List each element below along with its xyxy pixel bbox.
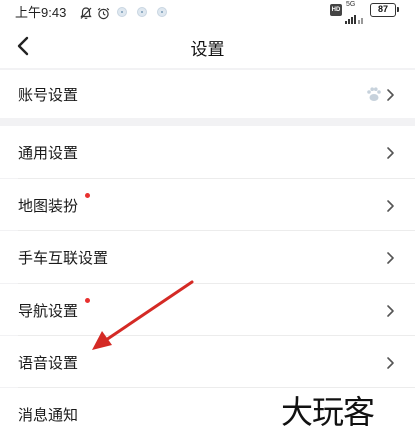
menu-item-label: 地图装扮 bbox=[18, 197, 79, 215]
hd-icon: HD bbox=[330, 4, 342, 16]
menu-item-label: 手车互联设置 bbox=[18, 249, 109, 267]
status-time: 上午9:43 bbox=[15, 5, 67, 20]
app-notification-icon bbox=[117, 7, 127, 17]
watermark: 大玩客 bbox=[281, 393, 375, 431]
menu-item-voice-settings[interactable]: 语音设置 bbox=[0, 336, 415, 387]
chevron-right-icon bbox=[385, 303, 395, 317]
menu-item-label: 通用设置 bbox=[18, 144, 79, 162]
app-notification-icon bbox=[157, 7, 167, 17]
menu-item-label: 消息通知 bbox=[18, 406, 79, 424]
notification-dot bbox=[85, 193, 90, 198]
alarm-icon bbox=[97, 5, 110, 24]
title-bar: 设置 bbox=[0, 24, 415, 68]
bell-off-icon bbox=[80, 5, 92, 24]
menu-item-account-settings[interactable]: 账号设置 bbox=[0, 70, 415, 118]
notification-dot bbox=[85, 298, 90, 303]
menu-item-map-appearance[interactable]: 地图装扮 bbox=[0, 179, 415, 230]
battery-indicator: 87 bbox=[370, 3, 399, 17]
chevron-right-icon bbox=[385, 355, 395, 369]
chevron-right-icon bbox=[385, 145, 395, 159]
menu-item-general-settings[interactable]: 通用设置 bbox=[0, 126, 415, 178]
menu-item-label: 语音设置 bbox=[18, 354, 79, 372]
menu-item-label: 导航设置 bbox=[18, 302, 79, 320]
menu-item-phone-car-link[interactable]: 手车互联设置 bbox=[0, 231, 415, 283]
chevron-right-icon bbox=[385, 198, 395, 212]
menu-item-label: 账号设置 bbox=[18, 86, 79, 104]
status-bar: 上午9:43 HD 5G 87 bbox=[0, 0, 415, 24]
page-title: 设置 bbox=[190, 40, 225, 60]
menu-item-navigation-settings[interactable]: 导航设置 bbox=[0, 284, 415, 335]
avatar bbox=[365, 85, 383, 103]
signal-type-label: 5G bbox=[346, 1, 356, 8]
paw-icon bbox=[367, 87, 381, 101]
chevron-right-icon bbox=[385, 250, 395, 264]
chevron-right-icon bbox=[385, 87, 395, 101]
app-notification-icon bbox=[137, 7, 147, 17]
